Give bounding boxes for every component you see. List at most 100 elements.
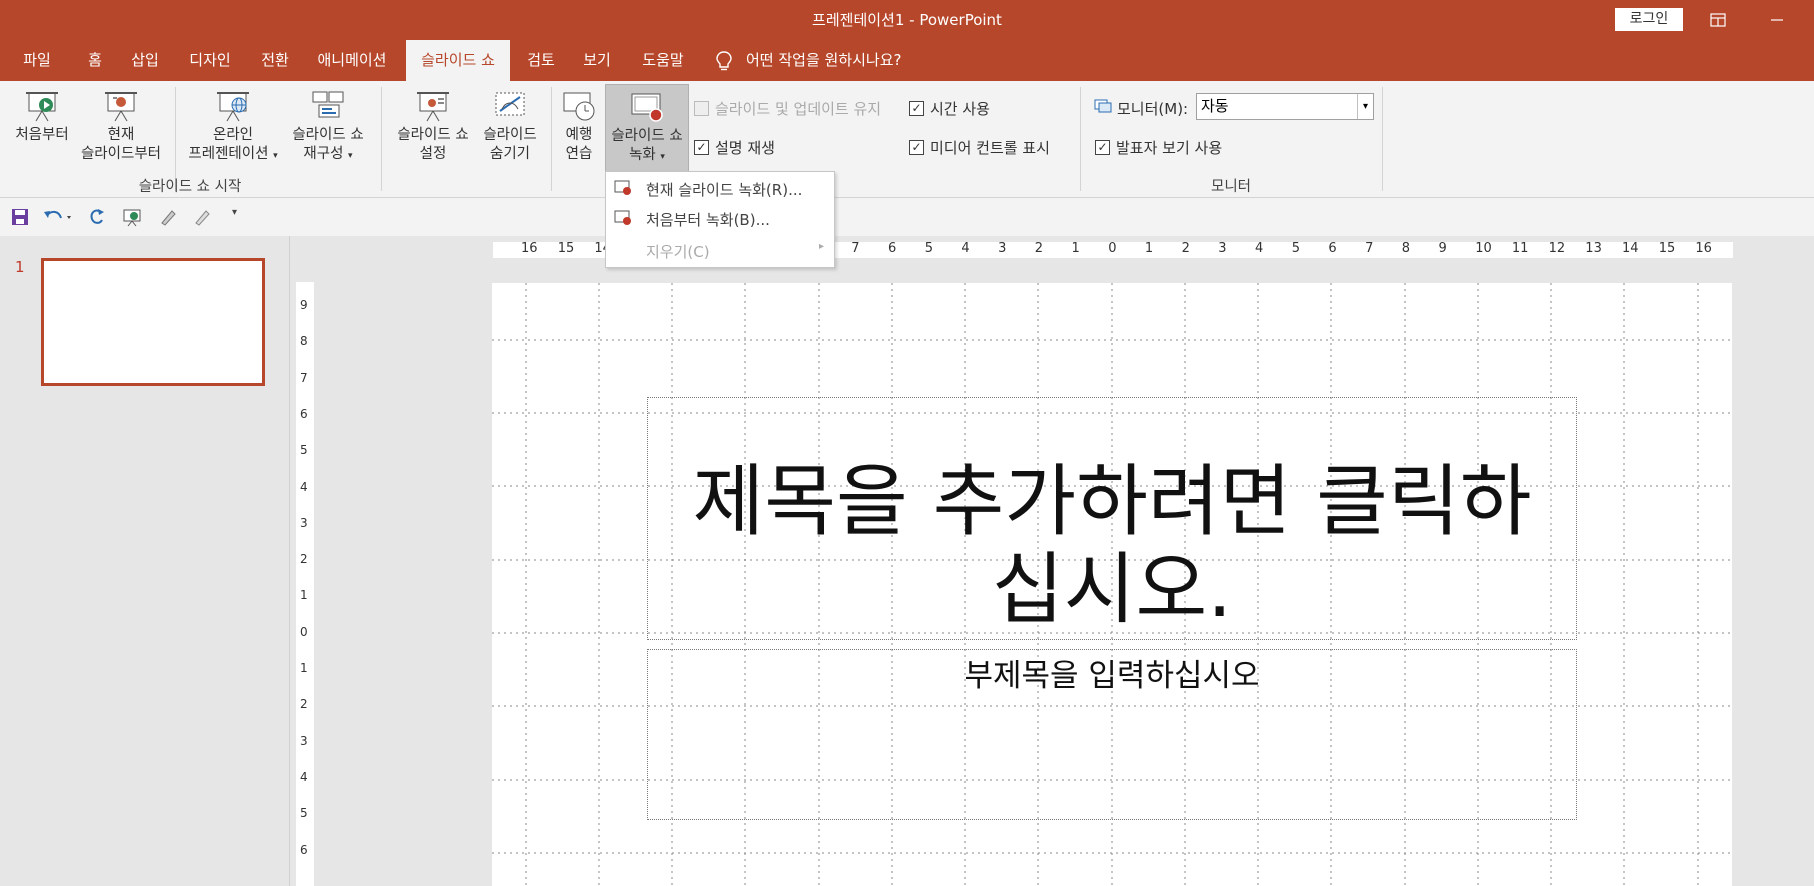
ruler-tick-label: 10 xyxy=(1475,241,1492,256)
ruler-tick-label: 4 xyxy=(961,241,970,256)
ruler-tick-label: 8 xyxy=(300,334,308,349)
ruler-tick-label: 12 xyxy=(1548,241,1566,256)
title-placeholder[interactable]: 제목을 추가하려면 클릭하 십시오. xyxy=(647,397,1577,640)
save-icon[interactable] xyxy=(10,207,30,227)
checkmark-icon: ✓ xyxy=(1095,140,1110,155)
redo-icon[interactable] xyxy=(87,207,107,227)
online-presentation-button[interactable]: 온라인 프레젠테이션 ▾ xyxy=(178,89,288,166)
pen-icon[interactable] xyxy=(158,207,178,227)
ruler-tick-label: 5 xyxy=(1291,241,1300,256)
title-line-1: 제목을 추가하려면 클릭하 xyxy=(692,457,1532,547)
play-narrations-checkbox[interactable]: ✓ 설명 재생 xyxy=(694,137,775,158)
hide-slide-icon xyxy=(492,89,528,123)
checkmark-icon: ✓ xyxy=(694,140,709,155)
ruler-tick-label: 5 xyxy=(300,443,308,458)
tab-help[interactable]: 도움말 xyxy=(632,40,694,81)
slide-thumbnail[interactable] xyxy=(41,258,265,386)
undo-icon[interactable] xyxy=(42,207,72,227)
tab-home[interactable]: 홈 xyxy=(78,40,112,81)
separator xyxy=(551,87,552,191)
presenter-view-checkbox[interactable]: ✓ 발표자 보기 사용 xyxy=(1095,137,1222,158)
ruler-tick-label: 6 xyxy=(300,842,308,857)
ruler-tick-label: 6 xyxy=(888,241,897,256)
ruler-tick-label: 2 xyxy=(1034,241,1044,256)
minimize-icon[interactable] xyxy=(1762,5,1792,35)
set-up-slide-show-button[interactable]: 슬라이드 쇼 설정 xyxy=(390,89,476,164)
ruler-tick-label: 9 xyxy=(1438,241,1447,256)
ruler-tick-label: 1 xyxy=(1144,241,1154,256)
from-current-slide-button[interactable]: 현재 슬라이드부터 xyxy=(76,89,166,164)
ruler-tick-label: 0 xyxy=(300,624,308,639)
ruler-tick-label: 13 xyxy=(1585,241,1602,256)
ruler-tick-label: 3 xyxy=(300,733,308,748)
ruler-tick-label: 0 xyxy=(1108,241,1117,256)
title-bar: 프레젠테이션1 - PowerPoint 로그인 xyxy=(0,0,1814,40)
hide-slide-button[interactable]: 슬라이드 숨기기 xyxy=(474,89,546,164)
customize-qat-icon[interactable]: ▾ xyxy=(232,207,252,227)
ruler-tick-label: 4 xyxy=(1255,241,1264,256)
ribbon: 처음부터 현재 슬라이드부터 온라인 프레젠테이션 ▾ 슬라이드 쇼 재구성 ▾… xyxy=(0,81,1814,198)
ruler-tick-label: 1 xyxy=(300,588,308,603)
ruler-tick-label: 5 xyxy=(924,241,933,256)
monitor-select[interactable]: 자동 ▾ xyxy=(1196,93,1374,120)
tell-me-input[interactable]: 어떤 작업을 원하시나요? xyxy=(746,40,922,81)
record-from-beginning-menu-item[interactable]: 처음부터 녹화(B)... xyxy=(606,204,834,232)
ruler-tick-label: 7 xyxy=(851,241,860,256)
tab-design[interactable]: 디자인 xyxy=(180,40,240,81)
ribbon-display-icon[interactable] xyxy=(1703,5,1733,35)
custom-slide-show-button[interactable]: 슬라이드 쇼 재구성 ▾ xyxy=(284,89,372,166)
slide-thumbnails-pane: 1 xyxy=(0,236,290,886)
record-slide-show-button[interactable]: 슬라이드 쇼 녹화 ▾ xyxy=(605,84,689,172)
quick-access-toolbar: ▾ xyxy=(0,198,1814,236)
ruler-tick-label: 9 xyxy=(300,298,308,312)
ruler-tick-label: 1 xyxy=(1071,241,1080,256)
ruler-tick-label: 15 xyxy=(1658,241,1676,256)
ruler-tick-label: 4 xyxy=(300,769,308,784)
ruler-tick-label: 11 xyxy=(1511,241,1529,256)
ruler-tick-label: 3 xyxy=(1218,241,1227,256)
vertical-ruler: 9 8 7 6 5 4 3 2 1 0 1 2 3 4 5 6 xyxy=(296,282,314,886)
ruler-tick-label: 15 xyxy=(557,241,575,256)
ruler-tick-label: 1 xyxy=(300,661,308,675)
use-timings-checkbox[interactable]: ✓ 시간 사용 xyxy=(909,98,990,119)
set-up-slide-show-icon xyxy=(415,89,451,123)
highlighter-icon[interactable] xyxy=(192,207,212,227)
subtitle-placeholder[interactable]: 부제목을 입력하십시오 xyxy=(647,649,1577,820)
chevron-right-icon: ▸ xyxy=(818,241,824,252)
lightbulb-icon xyxy=(714,50,734,72)
rehearse-timings-button[interactable]: 예행 연습 xyxy=(556,89,602,164)
subtitle-text: 부제목을 입력하십시오 xyxy=(964,658,1260,694)
tab-slide-show[interactable]: 슬라이드 쇼 xyxy=(406,40,510,81)
chevron-down-icon: ▾ xyxy=(1357,94,1373,119)
tab-transitions[interactable]: 전환 xyxy=(252,40,298,81)
ruler-tick-label: 7 xyxy=(1365,241,1374,256)
record-dropdown-menu: 현재 슬라이드 녹화(R)... 처음부터 녹화(B)... 지우기(C) ▸ xyxy=(605,171,835,268)
tab-file[interactable]: 파일 xyxy=(10,40,64,81)
group-label-monitor: 모니터 xyxy=(1210,179,1252,195)
online-presentation-icon xyxy=(215,89,251,123)
from-beginning-button[interactable]: 처음부터 xyxy=(6,89,78,145)
ruler-tick-label: 8 xyxy=(1401,241,1411,256)
show-media-controls-checkbox[interactable]: ✓ 미디어 컨트롤 표시 xyxy=(909,137,1050,158)
ruler-tick-label: 2 xyxy=(1181,241,1190,256)
checkbox-box xyxy=(694,101,709,116)
clear-menu-item[interactable]: 지우기(C) ▸ xyxy=(606,236,834,264)
keep-slides-updated-checkbox[interactable]: 슬라이드 및 업데이트 유지 xyxy=(694,98,881,119)
record-from-current-menu-item[interactable]: 현재 슬라이드 녹화(R)... xyxy=(606,174,834,202)
custom-slide-show-icon xyxy=(310,89,346,123)
tab-animations[interactable]: 애니메이션 xyxy=(310,40,394,81)
tab-insert[interactable]: 삽입 xyxy=(122,40,168,81)
record-slide-show-icon xyxy=(629,90,665,124)
slide-number: 1 xyxy=(15,258,25,276)
group-label-start: 슬라이드 쇼 시작 xyxy=(138,179,242,195)
ruler-tick-label: 5 xyxy=(300,806,308,821)
slide-canvas[interactable]: 제목을 추가하려면 클릭하 십시오. 부제목을 입력하십시오 xyxy=(492,283,1732,886)
ruler-tick-label: 6 xyxy=(1328,241,1337,256)
login-button[interactable]: 로그인 xyxy=(1615,8,1683,31)
tab-view[interactable]: 보기 xyxy=(574,40,620,81)
tab-review[interactable]: 검토 xyxy=(518,40,564,81)
ruler-tick-label: 16 xyxy=(1695,241,1712,256)
ruler-tick-label: 4 xyxy=(300,479,308,494)
start-from-beginning-icon[interactable] xyxy=(122,207,142,227)
ruler-tick-label: 2 xyxy=(300,697,308,712)
